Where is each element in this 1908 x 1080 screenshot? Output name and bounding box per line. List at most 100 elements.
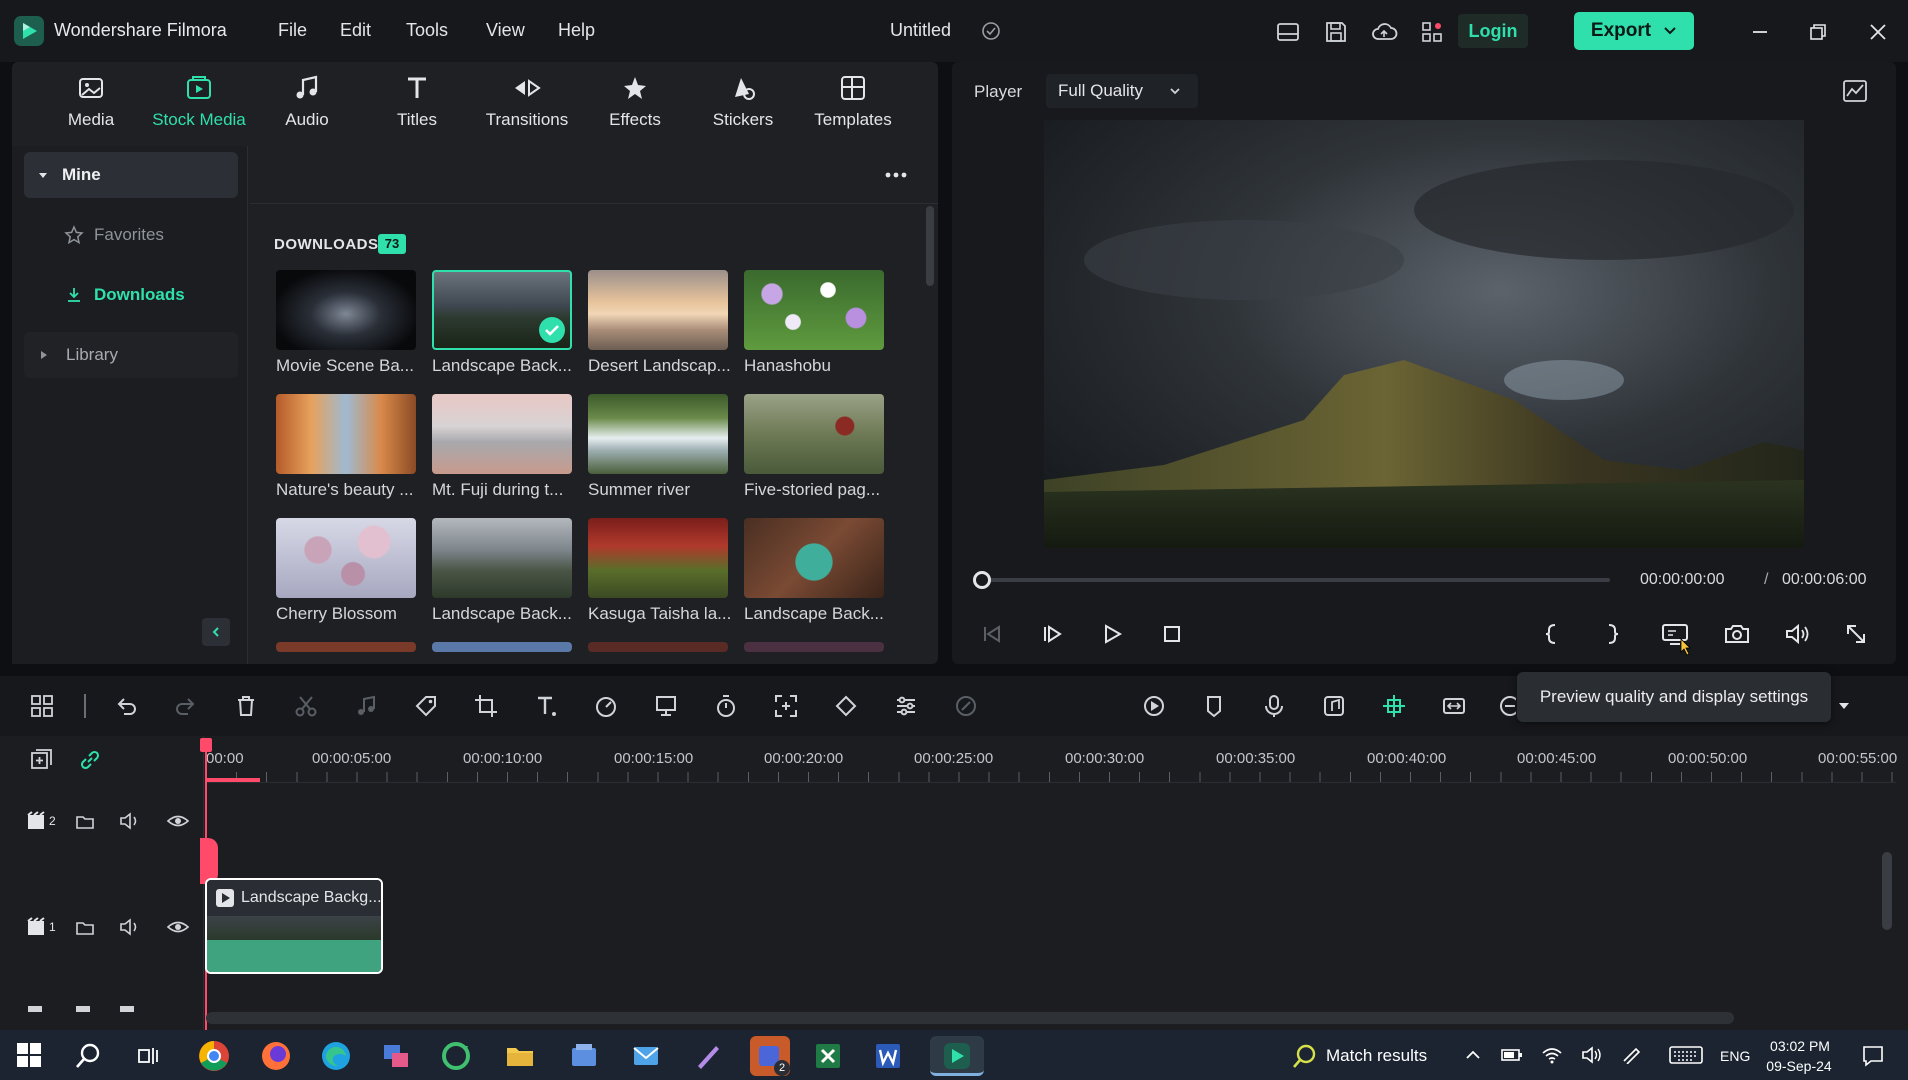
sidebar-item-downloads[interactable]: Downloads — [24, 272, 238, 318]
scopes-icon[interactable] — [1840, 76, 1870, 106]
delete-icon[interactable] — [232, 692, 260, 720]
tab-titles[interactable]: Titles — [362, 72, 472, 142]
windows-start-icon[interactable] — [16, 1042, 42, 1068]
timer-icon[interactable] — [712, 692, 740, 720]
layout-icon[interactable] — [1274, 18, 1302, 46]
thumb-cherry-blossom[interactable] — [276, 518, 416, 598]
restore-icon[interactable] — [1804, 18, 1832, 46]
track-audio-icon[interactable] — [118, 916, 142, 938]
word-icon[interactable] — [868, 1036, 908, 1076]
menu-help[interactable]: Help — [558, 20, 595, 41]
collapse-sidebar-button[interactable] — [202, 618, 230, 646]
zoom-dropdown-icon[interactable] — [1838, 700, 1850, 712]
edge-icon[interactable] — [316, 1036, 356, 1076]
track-audio-icon[interactable] — [118, 810, 142, 832]
more-options-icon[interactable] — [882, 166, 910, 184]
redo-icon[interactable] — [172, 692, 200, 720]
speed-icon[interactable] — [592, 692, 620, 720]
task-view-icon[interactable] — [136, 1044, 162, 1068]
marker-icon[interactable] — [1200, 692, 1228, 720]
thumb-mt-fuji[interactable] — [432, 394, 572, 474]
quality-dropdown[interactable]: Full Quality — [1046, 74, 1198, 108]
firefox-icon[interactable] — [256, 1036, 296, 1076]
folder-icon[interactable] — [74, 916, 96, 938]
sync-app-icon[interactable] — [436, 1036, 476, 1076]
layout-grid-icon[interactable] — [28, 692, 56, 720]
thumb-landscape-2[interactable] — [432, 518, 572, 598]
play-icon[interactable] — [1098, 620, 1126, 648]
mark-out-icon[interactable] — [1600, 620, 1624, 648]
speaker-icon[interactable] — [1580, 1046, 1604, 1064]
tab-stickers[interactable]: Stickers — [688, 72, 798, 142]
battery-icon[interactable] — [1500, 1046, 1524, 1064]
close-icon[interactable] — [1864, 18, 1892, 46]
thumb-landscape-3[interactable] — [744, 518, 884, 598]
match-results-icon[interactable] — [1290, 1042, 1318, 1070]
store-icon[interactable] — [564, 1036, 604, 1076]
zoom-out-icon[interactable] — [1496, 692, 1516, 720]
split-scissors-icon[interactable] — [292, 692, 320, 720]
chrome-icon[interactable] — [194, 1036, 234, 1076]
app-icon[interactable] — [376, 1036, 416, 1076]
mail-icon[interactable] — [626, 1036, 666, 1076]
playhead-handle[interactable] — [200, 738, 212, 752]
text-icon[interactable] — [532, 692, 560, 720]
snap-icon[interactable] — [1380, 692, 1408, 720]
eye-icon[interactable] — [166, 916, 190, 938]
keyboard-icon[interactable] — [1668, 1044, 1704, 1066]
volume-icon[interactable] — [1782, 620, 1812, 648]
scrollbar[interactable] — [926, 206, 934, 286]
sidebar-item-favorites[interactable]: Favorites — [24, 212, 238, 258]
ai-tool-icon[interactable] — [952, 692, 980, 720]
menu-view[interactable]: View — [486, 20, 525, 41]
adjust-icon[interactable] — [892, 692, 920, 720]
wifi-icon[interactable] — [1540, 1046, 1564, 1064]
tab-effects[interactable]: Effects — [580, 72, 690, 142]
tab-templates[interactable]: Templates — [798, 72, 908, 142]
video-clip[interactable]: Landscape Backg... — [205, 878, 383, 974]
apps-grid-icon[interactable] — [1418, 18, 1446, 46]
thumb-kasuga-taisha[interactable] — [588, 518, 728, 598]
fullscreen-icon[interactable] — [1842, 620, 1870, 648]
audio-mixer-icon[interactable] — [1320, 692, 1348, 720]
match-results-label[interactable]: Match results — [1326, 1046, 1427, 1066]
freeze-frame-icon[interactable] — [652, 692, 680, 720]
thumb-pagoda[interactable] — [744, 394, 884, 474]
clock-date[interactable]: 09-Sep-24 — [1762, 1058, 1836, 1074]
next-frame-icon[interactable] — [1038, 620, 1066, 648]
search-icon[interactable] — [74, 1042, 102, 1070]
excel-icon[interactable] — [808, 1036, 848, 1076]
timeline-vertical-scrollbar[interactable] — [1882, 852, 1892, 930]
teams-icon[interactable]: 2 — [750, 1036, 790, 1076]
add-track-icon[interactable] — [28, 746, 56, 774]
notifications-icon[interactable] — [1860, 1042, 1886, 1068]
sidebar-item-mine[interactable]: Mine — [24, 152, 238, 198]
thumb-movie-scene[interactable] — [276, 270, 416, 350]
thumb-desert-landscape[interactable] — [588, 270, 728, 350]
menu-file[interactable]: File — [278, 20, 307, 41]
cloud-upload-icon[interactable] — [1370, 18, 1398, 46]
link-icon[interactable] — [76, 746, 104, 774]
video-preview[interactable] — [1044, 120, 1804, 548]
thumb-hanashobu[interactable] — [744, 270, 884, 350]
mark-in-icon[interactable] — [1540, 620, 1564, 648]
tab-media[interactable]: Media — [36, 72, 146, 142]
save-icon[interactable] — [1322, 18, 1350, 46]
export-button[interactable]: Export — [1574, 12, 1694, 50]
filmora-taskbar-icon[interactable] — [930, 1036, 984, 1076]
playhead-knob[interactable] — [973, 571, 991, 589]
chevron-up-icon[interactable] — [1464, 1046, 1482, 1064]
undo-icon[interactable] — [112, 692, 140, 720]
thumb-summer-river[interactable] — [588, 394, 728, 474]
render-preview-icon[interactable] — [1140, 692, 1168, 720]
folder-icon[interactable] — [74, 810, 96, 832]
keyframe-icon[interactable] — [832, 692, 860, 720]
prev-frame-icon[interactable] — [978, 620, 1006, 648]
menu-tools[interactable]: Tools — [406, 20, 448, 41]
sidebar-item-library[interactable]: Library — [24, 332, 238, 378]
eye-icon[interactable] — [166, 810, 190, 832]
auto-reframe-icon[interactable] — [772, 692, 800, 720]
microphone-icon[interactable] — [1260, 692, 1288, 720]
minimize-icon[interactable] — [1746, 18, 1774, 46]
crop-icon[interactable] — [472, 692, 500, 720]
